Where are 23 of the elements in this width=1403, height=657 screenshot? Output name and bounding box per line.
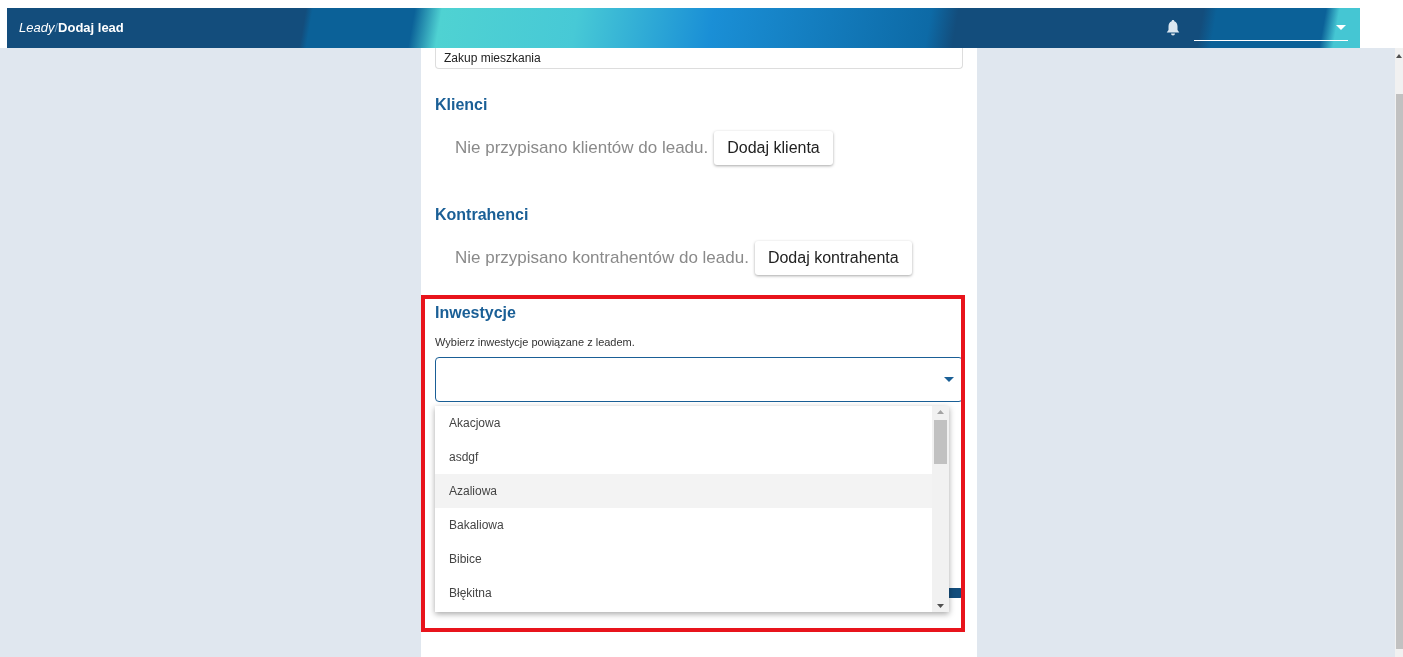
scroll-down-icon xyxy=(937,604,944,608)
breadcrumb-item[interactable]: Leady xyxy=(19,18,55,38)
section-title: Klienci xyxy=(435,95,489,115)
add-button[interactable]: Dodaj kontrahenta xyxy=(754,241,912,275)
scroll-up-icon xyxy=(1396,54,1402,58)
section-title: Inwestycje xyxy=(435,303,517,323)
caret-icon xyxy=(944,377,954,382)
scroll-thumb[interactable] xyxy=(934,420,947,464)
dropdown-scrollbar[interactable] xyxy=(932,406,949,612)
hint-text: Wybierz inwestycje powiązane z leadem. xyxy=(435,335,636,350)
bell-icon[interactable] xyxy=(1166,20,1180,36)
title-field[interactable]: Zakup mieszkania xyxy=(435,48,963,69)
option-item[interactable]: Azaliowa xyxy=(435,474,932,508)
empty-message: Nie przypisano kontrahentów do leadu. xyxy=(455,247,749,270)
section-title: Kontrahenci xyxy=(435,205,530,225)
investment-select[interactable] xyxy=(435,357,963,402)
add-button[interactable]: Dodaj klienta xyxy=(714,131,833,165)
breadcrumb-separator: / xyxy=(54,19,59,38)
scroll-up-icon xyxy=(937,410,944,414)
breadcrumb-item: Dodaj lead xyxy=(58,19,124,38)
option-item[interactable]: Akacjowa xyxy=(435,406,932,440)
empty-message: Nie przypisano klientów do leadu. xyxy=(455,137,709,160)
caret-icon xyxy=(1336,25,1346,30)
